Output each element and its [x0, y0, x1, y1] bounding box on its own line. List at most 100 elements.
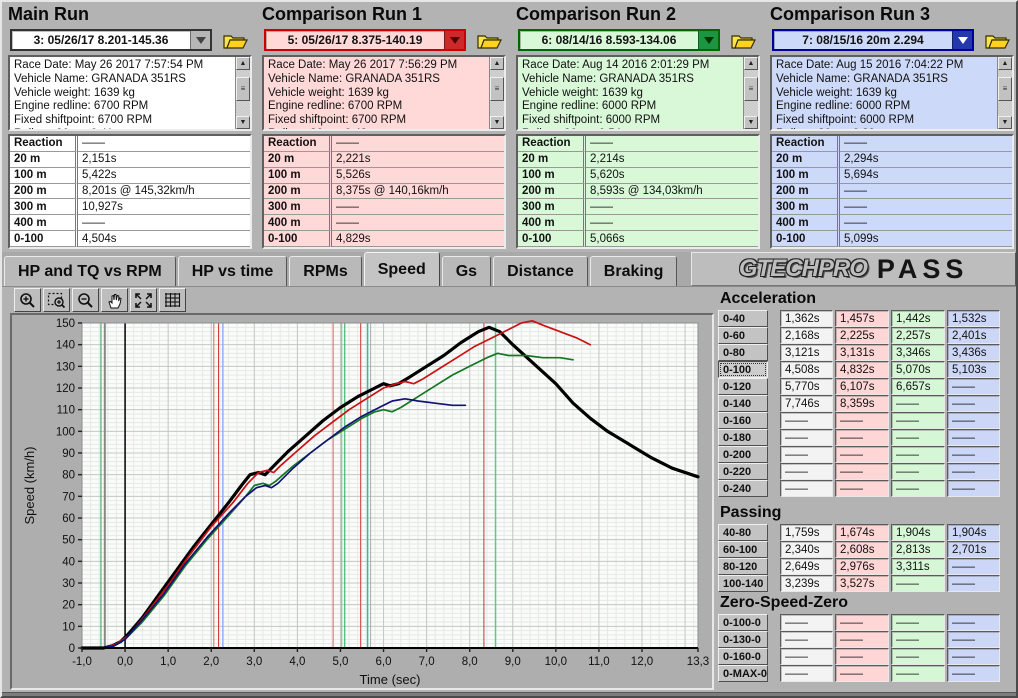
- scrollbar-thumb[interactable]: ≡: [236, 77, 250, 101]
- tab-distance[interactable]: Distance: [493, 256, 588, 286]
- y-tick-label: 0: [69, 643, 75, 655]
- speed-chart[interactable]: -1,00,01,02,03,04,05,06,07,08,09,010,011…: [10, 313, 714, 690]
- run-info-box[interactable]: Race Date: May 26 2017 7:56:29 PMVehicle…: [262, 55, 506, 131]
- range-button-0-220[interactable]: 0-220: [718, 463, 768, 480]
- y-tick-label: 100: [56, 426, 75, 438]
- range-button-0-100-0[interactable]: 0-100-0: [718, 614, 768, 631]
- run-info-text: Race Date: May 26 2017 7:57:54 PMVehicle…: [14, 59, 232, 131]
- tab-speed[interactable]: Speed: [364, 252, 440, 286]
- range-button-0-200[interactable]: 0-200: [718, 446, 768, 463]
- run-select-combobox[interactable]: 7: 08/15/16 20m 2.294: [772, 29, 974, 51]
- result-cell: ——: [835, 631, 889, 648]
- open-run-file-button[interactable]: [726, 29, 760, 52]
- result-cell: 7,746s: [780, 395, 833, 412]
- spacer: [768, 412, 780, 429]
- range-button-0-100[interactable]: 0-100: [718, 361, 768, 378]
- range-button-40-80[interactable]: 40-80: [718, 524, 768, 541]
- info-scrollbar[interactable]: ▲ ≡ ▼: [743, 57, 758, 129]
- range-button-100-140[interactable]: 100-140: [718, 575, 768, 592]
- pan-button[interactable]: [101, 288, 128, 312]
- combo-dropdown-button[interactable]: [698, 31, 718, 49]
- split-label: 400 m: [772, 215, 840, 231]
- passing-grid: 40-801,759s1,674s1,904s1,904s60-1002,340…: [718, 524, 1002, 592]
- tab-rpms[interactable]: RPMs: [289, 256, 361, 286]
- spacer: [768, 648, 780, 665]
- zoom-in-button[interactable]: [14, 288, 41, 312]
- range-button-0-120[interactable]: 0-120: [718, 378, 768, 395]
- open-run-file-button[interactable]: [218, 29, 252, 52]
- run-info-box[interactable]: Race Date: Aug 15 2016 7:04:22 PMVehicle…: [770, 55, 1014, 131]
- range-button-0-40[interactable]: 0-40: [718, 310, 768, 327]
- range-button-0-130-0[interactable]: 0-130-0: [718, 631, 768, 648]
- tab-hp-vs-time[interactable]: HP vs time: [178, 256, 288, 286]
- zoom-extents-button[interactable]: [130, 288, 157, 312]
- run-panel-title: Main Run: [8, 4, 89, 25]
- combo-dropdown-button[interactable]: [952, 31, 972, 49]
- combo-dropdown-button[interactable]: [444, 31, 464, 49]
- run-info-line: Vehicle Name: GRANADA 351RS: [268, 73, 486, 87]
- chevron-down-icon: [450, 37, 460, 44]
- scroll-down-icon[interactable]: ▼: [998, 116, 1012, 129]
- split-label: 200 m: [518, 184, 586, 200]
- x-tick-label: 3,0: [246, 656, 262, 668]
- combo-dropdown-button[interactable]: [190, 31, 210, 49]
- scroll-up-icon[interactable]: ▲: [998, 57, 1012, 70]
- scroll-down-icon[interactable]: ▼: [236, 116, 250, 129]
- zoom-out-button[interactable]: [72, 288, 99, 312]
- info-scrollbar[interactable]: ▲ ≡ ▼: [997, 57, 1012, 129]
- zoom-area-button[interactable]: [43, 288, 70, 312]
- run-select-combobox[interactable]: 3: 05/26/17 8.201-145.36: [10, 29, 212, 51]
- scroll-up-icon[interactable]: ▲: [490, 57, 504, 70]
- tab-gs[interactable]: Gs: [442, 256, 491, 286]
- run-select-combobox[interactable]: 5: 05/26/17 8.375-140.19: [264, 29, 466, 51]
- split-label: 200 m: [264, 184, 332, 200]
- info-scrollbar[interactable]: ▲ ≡ ▼: [489, 57, 504, 129]
- scrollbar-thumb[interactable]: ≡: [490, 77, 504, 101]
- range-button-0-180[interactable]: 0-180: [718, 429, 768, 446]
- zero-speed-zero-grid: 0-100-0————————0-130-0————————0-160-0———…: [718, 614, 1002, 682]
- range-button-80-120[interactable]: 80-120: [718, 558, 768, 575]
- split-value: ——: [332, 215, 504, 231]
- range-button-0-160[interactable]: 0-160: [718, 412, 768, 429]
- tab-hp-and-tq-vs-rpm[interactable]: HP and TQ vs RPM: [4, 256, 176, 286]
- info-scrollbar[interactable]: ▲ ≡ ▼: [235, 57, 250, 129]
- run-select-combobox[interactable]: 6: 08/14/16 8.593-134.06: [518, 29, 720, 51]
- scroll-down-icon[interactable]: ▼: [744, 116, 758, 129]
- y-tick-label: 120: [56, 383, 75, 395]
- run-info-box[interactable]: Race Date: May 26 2017 7:57:54 PMVehicle…: [8, 55, 252, 131]
- tab-braking[interactable]: Braking: [590, 256, 678, 286]
- spacer: [768, 614, 780, 631]
- scrollbar-thumb[interactable]: ≡: [998, 77, 1012, 101]
- scrollbar-thumb[interactable]: ≡: [744, 77, 758, 101]
- result-cell: 6,657s: [891, 378, 945, 395]
- grid-toggle-button[interactable]: [159, 288, 186, 312]
- scroll-up-icon[interactable]: ▲: [236, 57, 250, 70]
- result-cell: ——: [891, 665, 945, 682]
- results-tables-region: Acceleration 0-401,362s1,457s1,442s1,532…: [718, 290, 1014, 690]
- result-cell: ——: [947, 648, 1000, 665]
- range-button-60-100[interactable]: 60-100: [718, 541, 768, 558]
- open-run-file-button[interactable]: [980, 29, 1014, 52]
- open-run-file-button[interactable]: [472, 29, 506, 52]
- scroll-up-icon[interactable]: ▲: [744, 57, 758, 70]
- run-info-box[interactable]: Race Date: Aug 14 2016 2:01:29 PMVehicle…: [516, 55, 760, 131]
- range-button-0-80[interactable]: 0-80: [718, 344, 768, 361]
- split-value: 5,694s: [840, 168, 1012, 184]
- result-cell: 3,436s: [947, 344, 1000, 361]
- result-cell: ——: [835, 480, 889, 497]
- chevron-down-icon: [958, 37, 968, 44]
- range-button-0-160-0[interactable]: 0-160-0: [718, 648, 768, 665]
- run-info-line: Engine redline: 6700 RPM: [268, 100, 486, 114]
- range-button-0-max-0[interactable]: 0-MAX-0: [718, 665, 768, 682]
- split-label: 20 m: [518, 152, 586, 168]
- speed-vs-time-plot[interactable]: -1,00,01,02,03,04,05,06,07,08,09,010,011…: [12, 315, 712, 688]
- scroll-down-icon[interactable]: ▼: [490, 116, 504, 129]
- gtechpro-pass-logo: GTECHPROPASS: [691, 252, 1016, 286]
- result-cell: ——: [947, 558, 1000, 575]
- spacer: [768, 327, 780, 344]
- split-value: ——: [840, 215, 1012, 231]
- range-button-0-140[interactable]: 0-140: [718, 395, 768, 412]
- range-button-0-240[interactable]: 0-240: [718, 480, 768, 497]
- split-label: 100 m: [772, 168, 840, 184]
- range-button-0-60[interactable]: 0-60: [718, 327, 768, 344]
